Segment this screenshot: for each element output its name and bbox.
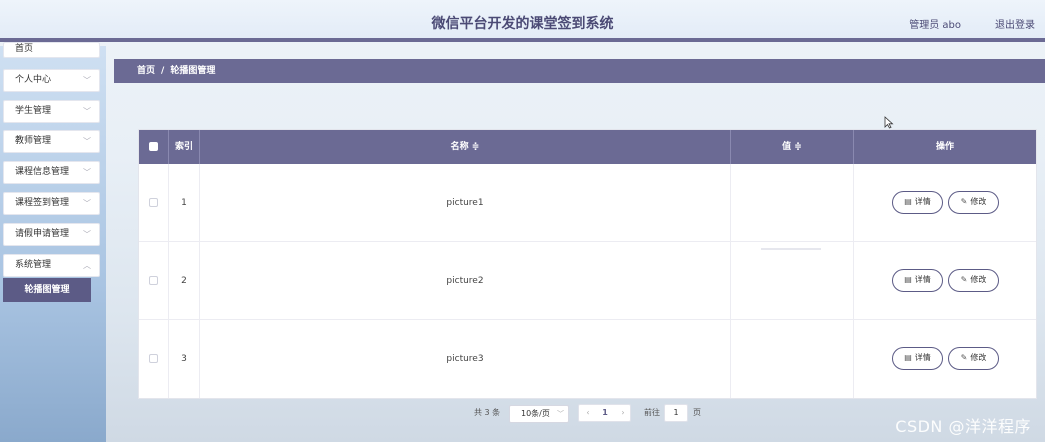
- admin-label: 管理员 abo: [909, 20, 961, 31]
- chevron-down-icon: ﹀: [83, 230, 91, 239]
- row-actions: ▤ 详情 ✎ 修改: [854, 320, 1036, 398]
- chevron-up-icon: ︿: [83, 261, 91, 270]
- watermark: CSDN @洋洋程序: [895, 417, 1031, 436]
- edit-label: 修改: [970, 353, 987, 362]
- detail-label: 详情: [914, 353, 931, 362]
- document-icon: ▤: [904, 197, 912, 206]
- pencil-icon: ✎: [960, 275, 968, 284]
- sidebar-item-label: 教师管理: [15, 136, 52, 146]
- page-navigator: ‹ 1 ›: [578, 404, 631, 422]
- row-value-image: [731, 164, 854, 242]
- row-index: 3: [169, 320, 200, 398]
- chevron-down-icon: ﹀: [83, 199, 91, 208]
- row-checkbox-cell: [139, 164, 169, 242]
- column-header-action: 操作: [854, 130, 1036, 164]
- edit-label: 修改: [970, 275, 987, 284]
- sidebar-item-label: 请假申请管理: [15, 229, 70, 239]
- pencil-icon: ✎: [960, 353, 968, 362]
- sidebar-item-label: 个人中心: [15, 75, 52, 85]
- sidebar-item-checkin[interactable]: 课程签到管理 ﹀: [3, 192, 100, 215]
- sidebar-item-label: 系统管理: [15, 260, 52, 270]
- page-size-value: 10条/页: [521, 409, 550, 418]
- pagination-total: 共 3 条: [474, 408, 501, 417]
- row-actions: ▤ 详情 ✎ 修改: [854, 242, 1036, 320]
- row-checkbox[interactable]: [149, 198, 158, 207]
- chevron-down-icon: ﹀: [557, 410, 564, 418]
- row-value-image: [731, 242, 854, 320]
- sidebar-item-home[interactable]: 首页: [3, 42, 100, 58]
- mouse-cursor-icon: [884, 116, 894, 129]
- sidebar-item-teachers[interactable]: 教师管理 ﹀: [3, 130, 100, 153]
- edit-button[interactable]: ✎ 修改: [948, 347, 999, 370]
- value-image-placeholder: [761, 248, 821, 250]
- carousel-table: 索引 名称 ≑ 值 ≑ 操作 1 picture1 ▤ 详情 ✎ 修改 2 pict…: [138, 129, 1037, 399]
- page-unit-label: 页: [693, 408, 701, 417]
- edit-button[interactable]: ✎ 修改: [948, 269, 999, 292]
- sidebar-subitem-carousel[interactable]: 轮播图管理: [3, 278, 91, 302]
- row-checkbox-cell: [139, 320, 169, 398]
- row-name: picture3: [200, 320, 731, 398]
- document-icon: ▤: [904, 275, 912, 284]
- detail-label: 详情: [914, 275, 931, 284]
- page-number-current[interactable]: 1: [599, 405, 611, 421]
- goto-label: 前往: [644, 408, 660, 417]
- sidebar-item-leave[interactable]: 请假申请管理 ﹀: [3, 223, 100, 246]
- detail-button[interactable]: ▤ 详情: [892, 347, 943, 370]
- edit-button[interactable]: ✎ 修改: [948, 191, 999, 214]
- next-page-icon[interactable]: ›: [617, 405, 629, 421]
- row-actions: ▤ 详情 ✎ 修改: [854, 164, 1036, 242]
- breadcrumb-current: 轮播图管理: [170, 66, 216, 76]
- breadcrumb-separator: /: [161, 66, 165, 76]
- select-all-checkbox[interactable]: [149, 142, 158, 151]
- sidebar-item-profile[interactable]: 个人中心 ﹀: [3, 69, 100, 92]
- sidebar-item-system[interactable]: 系统管理 ︿: [3, 254, 100, 277]
- column-header-value[interactable]: 值 ≑: [731, 130, 854, 164]
- document-icon: ▤: [904, 353, 912, 362]
- table-row: 3 picture3 ▤ 详情 ✎ 修改: [139, 320, 1036, 398]
- sidebar-item-label: 首页: [15, 44, 34, 54]
- row-name: picture2: [200, 242, 731, 320]
- row-checkbox[interactable]: [149, 354, 158, 363]
- chevron-down-icon: ﹀: [83, 76, 91, 85]
- row-index: 1: [169, 164, 200, 242]
- detail-button[interactable]: ▤ 详情: [892, 269, 943, 292]
- edit-label: 修改: [970, 197, 987, 206]
- sidebar: 首页 个人中心 ﹀ 学生管理 ﹀ 教师管理 ﹀ 课程信息管理 ﹀ 课程签到管理 …: [0, 42, 106, 442]
- breadcrumb: 首页 / 轮播图管理: [114, 59, 1045, 83]
- breadcrumb-home[interactable]: 首页: [137, 66, 155, 76]
- table-row: 2 picture2 ▤ 详情 ✎ 修改: [139, 242, 1036, 320]
- chevron-down-icon: ﹀: [83, 107, 91, 116]
- page-size-select[interactable]: 10条/页 ﹀: [509, 405, 569, 423]
- top-header: 微信平台开发的课堂签到系统 管理员 abo 退出登录: [0, 0, 1045, 42]
- detail-label: 详情: [914, 197, 931, 206]
- logout-link[interactable]: 退出登录: [995, 16, 1035, 31]
- detail-button[interactable]: ▤ 详情: [892, 191, 943, 214]
- sidebar-item-label: 学生管理: [15, 106, 52, 116]
- sidebar-item-students[interactable]: 学生管理 ﹀: [3, 100, 100, 123]
- sidebar-item-courses[interactable]: 课程信息管理 ﹀: [3, 161, 100, 184]
- chevron-down-icon: ﹀: [83, 168, 91, 177]
- app-title: 微信平台开发的课堂签到系统: [431, 16, 614, 32]
- sidebar-item-label: 课程签到管理: [15, 198, 70, 208]
- column-header-name[interactable]: 名称 ≑: [200, 130, 731, 164]
- chevron-down-icon: ﹀: [83, 137, 91, 146]
- column-header-index: 索引: [169, 130, 200, 164]
- row-value-image: [731, 320, 854, 398]
- row-name: picture1: [200, 164, 731, 242]
- table-row: 1 picture1 ▤ 详情 ✎ 修改: [139, 164, 1036, 242]
- row-checkbox[interactable]: [149, 276, 158, 285]
- pencil-icon: ✎: [960, 197, 968, 206]
- sidebar-item-label: 课程信息管理: [15, 167, 70, 177]
- select-all-header: [139, 130, 169, 164]
- goto-page-input[interactable]: 1: [664, 404, 688, 422]
- prev-page-icon[interactable]: ‹: [582, 405, 594, 421]
- row-checkbox-cell: [139, 242, 169, 320]
- row-index: 2: [169, 242, 200, 320]
